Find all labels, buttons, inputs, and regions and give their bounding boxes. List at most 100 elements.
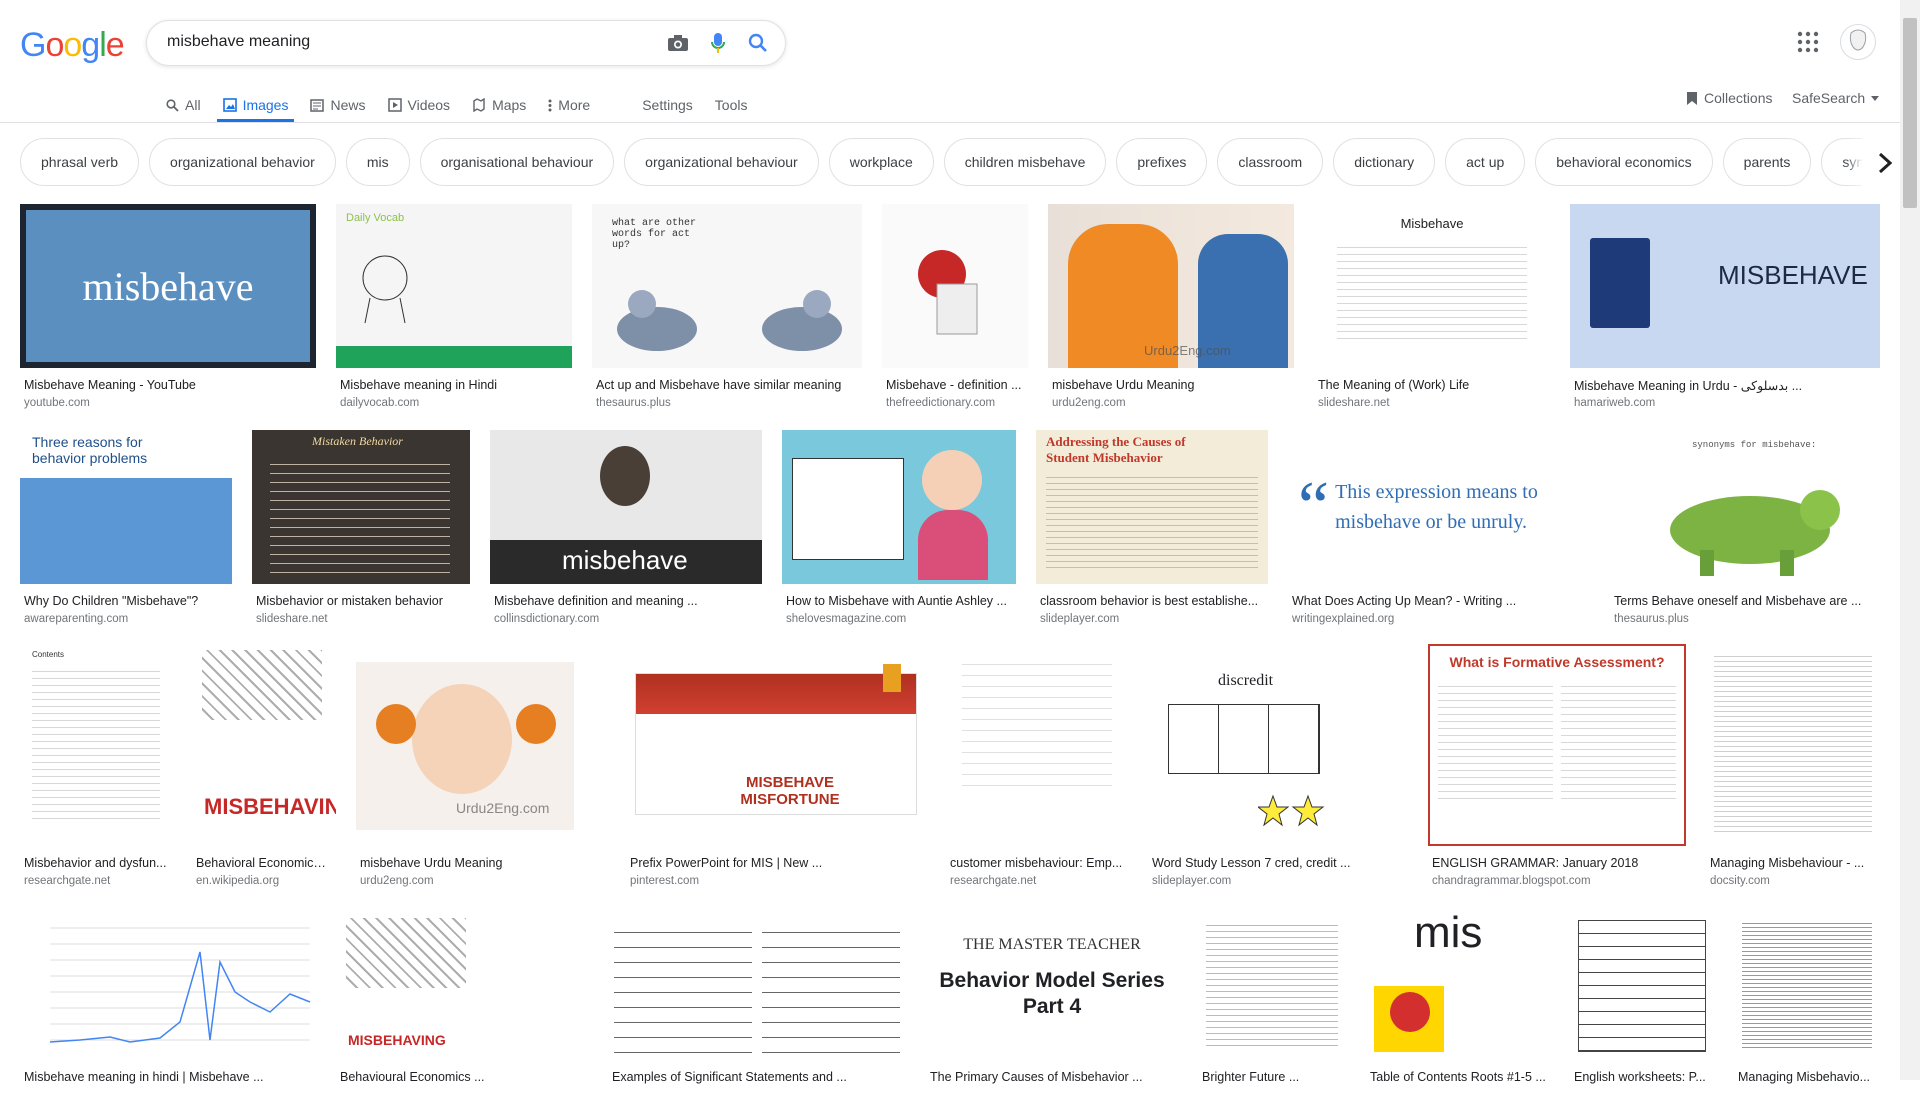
page-scrollbar[interactable] [1900, 0, 1920, 1080]
result-title[interactable]: Table of Contents Roots #1-5 ... [1370, 1070, 1546, 1084]
result-thumbnail[interactable]: synonyms for misbehave: [1610, 430, 1880, 584]
result-source[interactable]: chandragrammar.blogspot.com [1432, 875, 1682, 887]
result-thumbnail[interactable]: Mistaken Behavior [252, 430, 470, 584]
result-thumbnail[interactable] [1706, 644, 1880, 846]
result-thumbnail[interactable]: What is Formative Assessment? [1428, 644, 1686, 846]
image-result[interactable]: Brighter Future ... [1198, 912, 1346, 1104]
result-source[interactable]: collinsdictionary.com [494, 613, 758, 625]
chip-act-up[interactable]: act up [1445, 138, 1526, 186]
image-result[interactable]: MISBEHAVING Behavioural Economics ... [336, 912, 536, 1104]
result-source[interactable]: shelovesmagazine.com [786, 613, 1012, 625]
result-thumbnail[interactable]: MISBEHAVING [336, 912, 536, 1060]
result-thumbnail[interactable]: what are other words for act up? [592, 204, 862, 368]
result-source[interactable]: en.wikipedia.org [196, 875, 332, 887]
image-result[interactable]: Managing Misbehavio... [1734, 912, 1880, 1104]
result-title[interactable]: Brighter Future ... [1202, 1070, 1342, 1084]
result-thumbnail[interactable] [20, 912, 316, 1060]
camera-icon[interactable] [665, 30, 691, 56]
result-source[interactable]: slideplayer.com [1040, 613, 1264, 625]
image-result[interactable]: Misbehave The Meaning of (Work) Life slide… [1314, 204, 1550, 412]
result-source[interactable]: dailyvocab.com [340, 397, 568, 409]
settings-link[interactable]: Settings [642, 90, 693, 120]
image-result[interactable]: “This expression means to misbehave or b… [1288, 430, 1590, 628]
result-title[interactable]: Misbehave meaning in hindi | Misbehave .… [24, 1070, 312, 1084]
result-title[interactable]: misbehave Urdu Meaning [360, 856, 570, 870]
result-source[interactable]: pinterest.com [630, 875, 922, 887]
collections-link[interactable]: Collections [1686, 90, 1772, 106]
result-source[interactable]: urdu2eng.com [1052, 397, 1290, 409]
result-title[interactable]: Misbehave Meaning in Urdu - بدسلوکی ... [1574, 378, 1876, 393]
image-result[interactable]: Mistaken Behavior Misbehavior or mistaken… [252, 430, 470, 628]
result-thumbnail[interactable]: “This expression means to misbehave or b… [1288, 430, 1590, 584]
result-source[interactable]: awareparenting.com [24, 613, 228, 625]
image-result[interactable]: What is Formative Assessment? ENGLISH GRA… [1428, 644, 1686, 890]
result-source[interactable]: researchgate.net [950, 875, 1124, 887]
image-result[interactable]: Examples of Significant Statements and .… [608, 912, 906, 1104]
result-thumbnail[interactable]: Three reasons for behavior problems [20, 430, 232, 584]
result-title[interactable]: Misbehavior or mistaken behavior [256, 594, 466, 608]
result-thumbnail[interactable]: Daily Vocab [336, 204, 572, 368]
chip-classroom[interactable]: classroom [1217, 138, 1324, 186]
image-result[interactable]: Misbehave - definition ... thefreediction… [882, 204, 1028, 412]
chip-organizational-behaviour[interactable]: organizational behaviour [624, 138, 819, 186]
image-result[interactable]: customer misbehaviour: Emp... researchgat… [946, 644, 1128, 890]
result-source[interactable]: thefreedictionary.com [886, 397, 1024, 409]
image-result[interactable]: Contents Misbehavior and dysfun... researc… [20, 644, 172, 890]
search-icon[interactable] [745, 30, 771, 56]
result-title[interactable]: Misbehave Meaning - YouTube [24, 378, 312, 392]
result-title[interactable]: English worksheets: P... [1574, 1070, 1710, 1084]
image-result[interactable]: Addressing the Causes of Student Misbeha… [1036, 430, 1268, 628]
result-title[interactable]: classroom behavior is best establishe... [1040, 594, 1264, 608]
tab-all[interactable]: All [166, 90, 201, 120]
account-avatar[interactable] [1840, 24, 1876, 60]
result-source[interactable]: slideplayer.com [1152, 875, 1404, 887]
result-source[interactable]: thesaurus.plus [596, 397, 858, 409]
image-result[interactable]: Urdu2Eng.com misbehave Urdu Meaning urdu2e… [1048, 204, 1294, 412]
image-result[interactable]: mis Table of Contents Roots #1-5 ... [1366, 912, 1550, 1104]
image-result[interactable]: MISBEHAVE Misbehave Meaning in Urdu - بدس… [1570, 204, 1880, 412]
chip-organizational-behavior[interactable]: organizational behavior [149, 138, 336, 186]
result-title[interactable]: Misbehave - definition ... [886, 378, 1024, 392]
image-result[interactable]: misbehave Misbehave definition and meanin… [490, 430, 762, 628]
chip-workplace[interactable]: workplace [828, 138, 934, 186]
result-title[interactable]: What Does Acting Up Mean? - Writing ... [1292, 594, 1586, 608]
image-result[interactable]: THE MASTER TEACHER Behavior Model Series … [926, 912, 1178, 1104]
scrollbar-thumb[interactable] [1903, 18, 1917, 208]
result-thumbnail[interactable]: misbehave [20, 204, 316, 368]
result-thumbnail[interactable]: Urdu2Eng.com [1048, 204, 1294, 368]
image-result[interactable]: English worksheets: P... [1570, 912, 1714, 1104]
result-thumbnail[interactable]: MISBEHAVE MISFORTUNE [626, 644, 926, 846]
result-source[interactable]: slideshare.net [256, 613, 466, 625]
image-result[interactable]: Misbehave meaning in hindi | Misbehave .… [20, 912, 316, 1104]
result-thumbnail[interactable]: Contents [20, 644, 172, 846]
result-thumbnail[interactable] [608, 912, 906, 1060]
tab-news[interactable]: News [310, 90, 366, 120]
image-result[interactable]: Managing Misbehaviour - ... docsity.com [1706, 644, 1880, 890]
result-title[interactable]: Misbehavior and dysfun... [24, 856, 168, 870]
chip-mis[interactable]: mis [345, 138, 410, 186]
result-thumbnail[interactable]: mis [1366, 912, 1550, 1060]
chip-parents[interactable]: parents [1722, 138, 1812, 186]
result-source[interactable]: slideshare.net [1318, 397, 1546, 409]
chip-dictionary[interactable]: dictionary [1333, 138, 1436, 186]
image-result[interactable]: what are other words for act up? Act up a… [592, 204, 862, 412]
tab-maps[interactable]: Maps [472, 90, 526, 120]
result-title[interactable]: Behavioural Economics ... [340, 1070, 532, 1084]
result-source[interactable]: researchgate.net [24, 875, 168, 887]
image-result[interactable]: Urdu2Eng.com misbehave Urdu Meaning urdu2e… [356, 644, 574, 890]
result-thumbnail[interactable] [1570, 912, 1714, 1060]
search-box[interactable]: misbehave meaning [146, 20, 786, 66]
result-title[interactable]: ENGLISH GRAMMAR: January 2018 [1432, 856, 1682, 870]
result-title[interactable]: Behavioral Economics ... [196, 856, 332, 870]
safesearch-dropdown[interactable]: SafeSearch [1792, 90, 1880, 106]
result-thumbnail[interactable] [882, 204, 1028, 368]
result-title[interactable]: customer misbehaviour: Emp... [950, 856, 1124, 870]
result-title[interactable]: The Primary Causes of Misbehavior ... [930, 1070, 1174, 1084]
result-title[interactable]: Why Do Children "Misbehave"? [24, 594, 228, 608]
tab-more[interactable]: More [548, 90, 590, 120]
result-thumbnail[interactable]: THE MASTER TEACHER Behavior Model Series … [926, 912, 1178, 1060]
tab-videos[interactable]: Videos [387, 90, 450, 120]
result-title[interactable]: Managing Misbehavio... [1738, 1070, 1876, 1084]
chip-behavioral-economics[interactable]: behavioral economics [1535, 138, 1713, 186]
microphone-icon[interactable] [705, 30, 731, 56]
